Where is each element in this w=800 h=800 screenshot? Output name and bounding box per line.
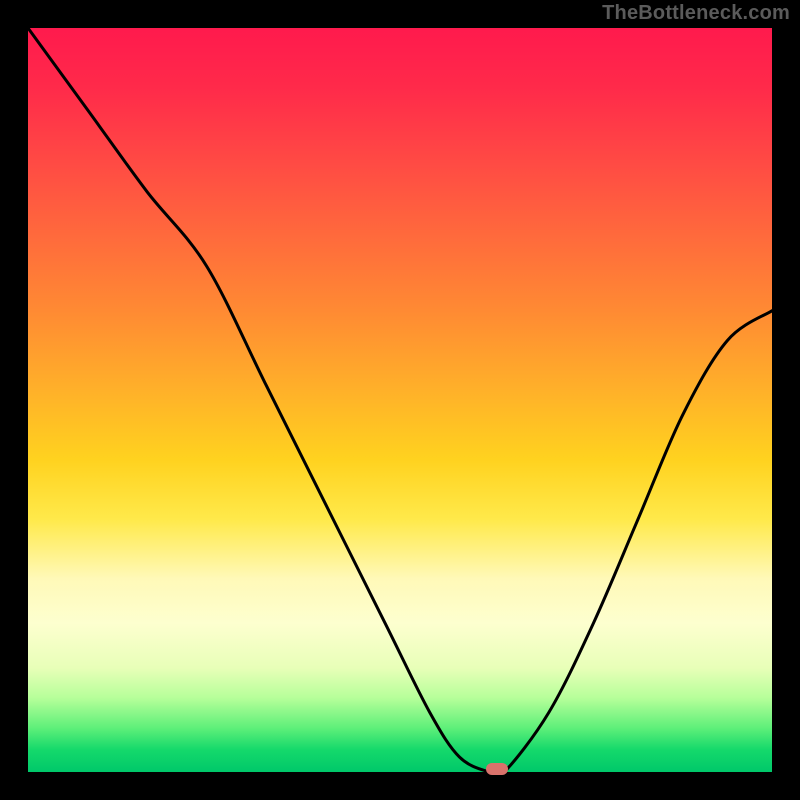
curve-layer [28, 28, 772, 772]
optimum-marker [486, 763, 508, 775]
chart-stage: TheBottleneck.com [0, 0, 800, 800]
plot-area [28, 28, 772, 772]
bottleneck-curve [28, 28, 772, 777]
watermark-text: TheBottleneck.com [602, 2, 790, 25]
